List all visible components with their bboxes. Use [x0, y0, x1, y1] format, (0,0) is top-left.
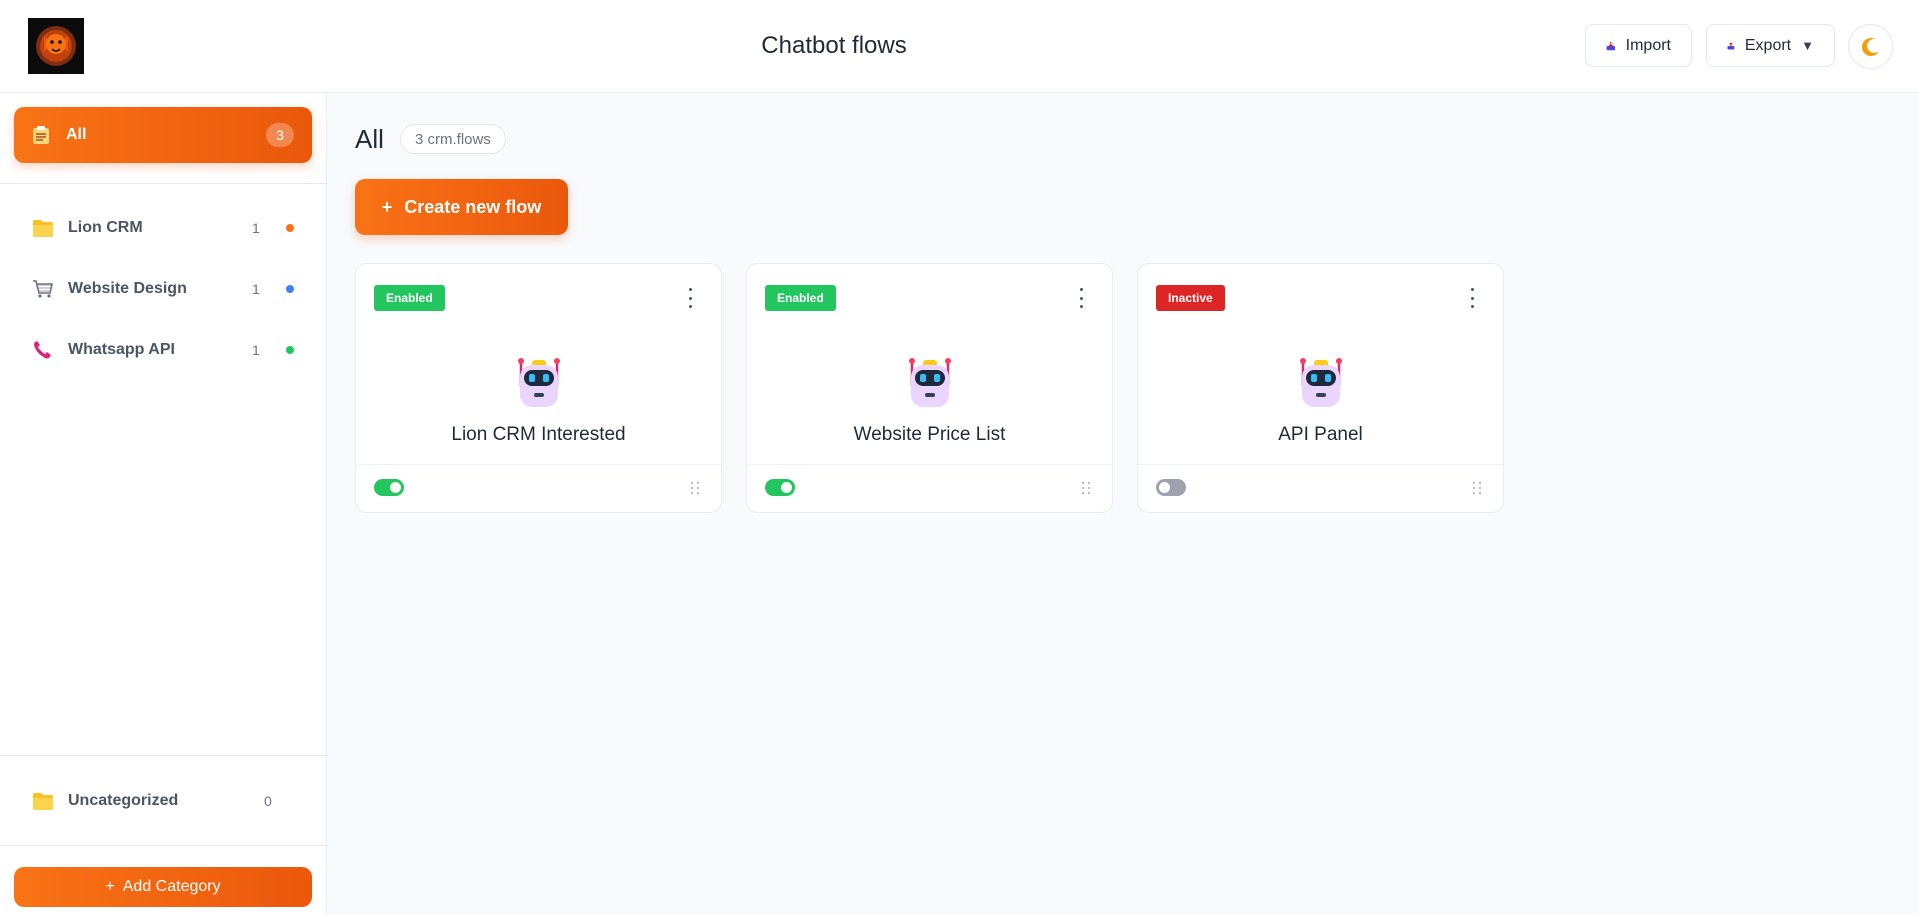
add-category-button[interactable]: + Add Category [14, 867, 312, 907]
sidebar-item-label: All [66, 126, 87, 143]
top-header: Chatbot flows Import Export ▼ [0, 0, 1919, 93]
divider [1138, 464, 1503, 465]
robot-icon [908, 358, 951, 407]
robot-icon [1299, 358, 1342, 407]
plus-icon: + [105, 878, 115, 895]
more-options-icon[interactable] [681, 288, 699, 308]
folder-icon [33, 220, 53, 237]
sidebar-item-lion-crm[interactable]: Lion CRM 1 [14, 203, 312, 253]
drag-handle-icon[interactable] [691, 482, 701, 494]
flow-count-pill: 3 crm.flows [400, 124, 506, 154]
status-badge: Inactive [1156, 285, 1225, 311]
count-badge: 3 [266, 123, 294, 147]
flow-active-toggle[interactable] [765, 479, 795, 496]
moon-icon [1861, 37, 1879, 56]
outbox-tray-icon [1727, 41, 1735, 49]
count-text: 1 [252, 342, 260, 358]
sidebar-item-all[interactable]: All 3 [14, 107, 312, 163]
flow-card[interactable]: Enabled Website Price List [746, 263, 1113, 513]
export-label: Export [1744, 36, 1792, 54]
plus-icon: + [381, 196, 393, 217]
flow-title: Lion CRM Interested [451, 424, 626, 445]
export-button[interactable]: Export ▼ [1706, 24, 1835, 67]
sidebar-item-uncategorized[interactable]: Uncategorized 0 [14, 776, 312, 826]
chevron-down-icon: ▼ [1801, 38, 1814, 53]
category-sidebar: All 3 Lion CRM 1 Website Design 1 Whatsa… [0, 93, 327, 915]
flow-card[interactable]: Inactive API Panel [1137, 263, 1504, 513]
divider [0, 183, 327, 184]
clipboard-icon [33, 126, 49, 144]
divider [356, 464, 721, 465]
sidebar-item-label: Whatsapp API [68, 341, 175, 358]
count-text: 1 [252, 281, 260, 297]
flow-title: API Panel [1278, 424, 1363, 445]
flow-title: Website Price List [853, 424, 1006, 445]
robot-icon [517, 358, 560, 407]
drag-handle-icon[interactable] [1082, 482, 1092, 494]
section-title: All [355, 124, 384, 154]
cart-icon [33, 280, 53, 298]
folder-icon [33, 793, 53, 810]
flow-active-toggle[interactable] [374, 479, 404, 496]
drag-handle-icon[interactable] [1473, 482, 1483, 494]
sidebar-item-label: Uncategorized [68, 792, 179, 809]
sidebar-item-label: Website Design [68, 280, 187, 297]
more-options-icon[interactable] [1463, 288, 1481, 308]
inbox-tray-icon [1606, 41, 1616, 50]
divider [0, 845, 327, 846]
import-button[interactable]: Import [1585, 24, 1692, 67]
sidebar-item-whatsapp-api[interactable]: Whatsapp API 1 [14, 325, 312, 375]
page-title: Chatbot flows [761, 32, 907, 59]
count-text: 1 [252, 220, 260, 236]
add-category-label: Add Category [122, 878, 221, 895]
status-badge: Enabled [374, 285, 445, 311]
status-dot [286, 346, 294, 354]
divider [0, 755, 327, 756]
more-options-icon[interactable] [1072, 288, 1090, 308]
status-dot [286, 285, 294, 293]
sidebar-item-label: Lion CRM [68, 219, 143, 236]
import-label: Import [1625, 36, 1671, 54]
create-flow-button[interactable]: + Create new flow [355, 179, 568, 235]
flow-card[interactable]: Enabled Lion CRM Interested [355, 263, 722, 513]
status-dot [286, 224, 294, 232]
divider [747, 464, 1112, 465]
status-badge: Enabled [765, 285, 836, 311]
theme-toggle-button[interactable] [1848, 24, 1893, 69]
phone-icon [34, 341, 51, 359]
sidebar-item-website-design[interactable]: Website Design 1 [14, 264, 312, 314]
create-flow-label: Create new flow [404, 196, 542, 217]
flow-active-toggle[interactable] [1156, 479, 1186, 496]
count-text: 0 [264, 793, 272, 809]
